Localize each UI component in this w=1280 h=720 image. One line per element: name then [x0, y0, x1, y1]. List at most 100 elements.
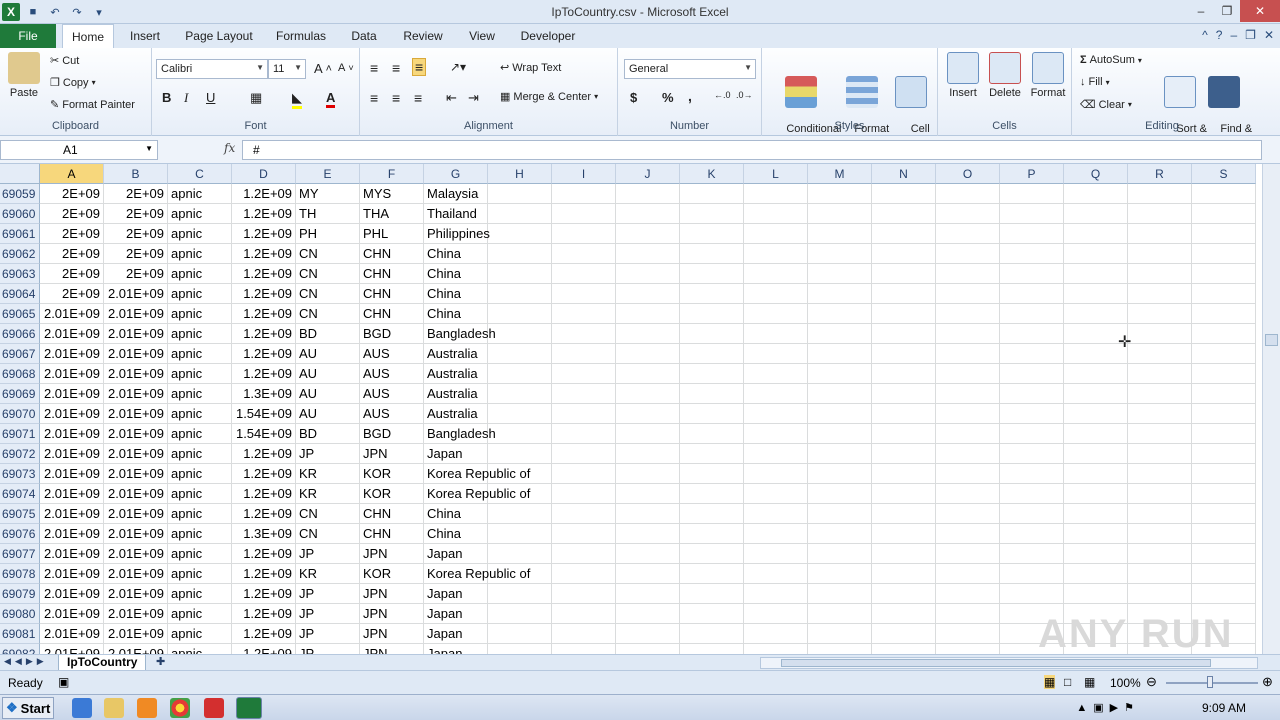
- cell-g[interactable]: China: [424, 524, 488, 544]
- sheet-tab-iptocountry[interactable]: IpToCountry: [58, 655, 147, 671]
- cell-empty[interactable]: [744, 224, 808, 244]
- cell-empty[interactable]: [808, 484, 872, 504]
- cell-empty[interactable]: [872, 364, 936, 384]
- cell-a[interactable]: 2.01E+09: [40, 304, 104, 324]
- cell-empty[interactable]: [552, 384, 616, 404]
- cell-a[interactable]: 2.01E+09: [40, 444, 104, 464]
- cell-empty[interactable]: [552, 344, 616, 364]
- cell-empty[interactable]: [744, 244, 808, 264]
- cell-c[interactable]: apnic: [168, 544, 232, 564]
- cell-empty[interactable]: [616, 424, 680, 444]
- help-icon[interactable]: ?: [1216, 28, 1223, 42]
- cell-empty[interactable]: [808, 344, 872, 364]
- cell-empty[interactable]: [1064, 424, 1128, 444]
- cell-empty[interactable]: [936, 244, 1000, 264]
- cell-empty[interactable]: [1000, 444, 1064, 464]
- zoom-slider-thumb[interactable]: [1207, 676, 1213, 688]
- cell-f[interactable]: KOR: [360, 484, 424, 504]
- cell-empty[interactable]: [872, 524, 936, 544]
- cell-empty[interactable]: [488, 584, 552, 604]
- cell-empty[interactable]: [1192, 384, 1256, 404]
- cell-empty[interactable]: [552, 524, 616, 544]
- cell-empty[interactable]: [616, 284, 680, 304]
- column-header-h[interactable]: H: [488, 164, 552, 184]
- row-header[interactable]: 69078: [0, 564, 40, 584]
- cell-empty[interactable]: [680, 544, 744, 564]
- tab-insert[interactable]: Insert: [122, 24, 168, 48]
- cell-g[interactable]: Bangladesh: [424, 424, 496, 444]
- increase-indent-icon[interactable]: ⇥: [468, 90, 479, 106]
- cell-empty[interactable]: [680, 404, 744, 424]
- cell-b[interactable]: 2.01E+09: [104, 544, 168, 564]
- cell-empty[interactable]: [808, 244, 872, 264]
- cell-empty[interactable]: [1192, 544, 1256, 564]
- cell-g[interactable]: China: [424, 284, 488, 304]
- cell-empty[interactable]: [552, 464, 616, 484]
- cell-g[interactable]: Australia: [424, 404, 488, 424]
- cell-empty[interactable]: [808, 624, 872, 644]
- cell-empty[interactable]: [808, 444, 872, 464]
- cell-empty[interactable]: [744, 544, 808, 564]
- cell-empty[interactable]: [936, 624, 1000, 644]
- restore-icon[interactable]: ❐: [1214, 0, 1240, 22]
- cell-empty[interactable]: [616, 584, 680, 604]
- excel-taskbar-icon[interactable]: [236, 697, 262, 719]
- cell-b[interactable]: 2.01E+09: [104, 504, 168, 524]
- cell-b[interactable]: 2E+09: [104, 264, 168, 284]
- cell-f[interactable]: BGD: [360, 424, 424, 444]
- cell-d[interactable]: 1.2E+09: [232, 244, 296, 264]
- opera-icon[interactable]: [204, 698, 224, 718]
- minimize-ribbon-icon[interactable]: ^: [1202, 28, 1208, 42]
- cell-empty[interactable]: [616, 604, 680, 624]
- row-header[interactable]: 69076: [0, 524, 40, 544]
- cell-empty[interactable]: [1000, 364, 1064, 384]
- cell-empty[interactable]: [1064, 484, 1128, 504]
- cell-empty[interactable]: [936, 204, 1000, 224]
- ie-icon[interactable]: [72, 698, 92, 718]
- align-center-icon[interactable]: ≡: [392, 90, 400, 106]
- cell-empty[interactable]: [1128, 204, 1192, 224]
- copy-button[interactable]: ❐ Copy ▾: [50, 76, 96, 90]
- column-header-m[interactable]: M: [808, 164, 872, 184]
- cell-empty[interactable]: [744, 624, 808, 644]
- cell-empty[interactable]: [936, 384, 1000, 404]
- cell-g[interactable]: Korea Republic of: [424, 484, 530, 504]
- row-header[interactable]: 69067: [0, 344, 40, 364]
- cell-empty[interactable]: [808, 424, 872, 444]
- cell-empty[interactable]: [1064, 264, 1128, 284]
- cell-empty[interactable]: [872, 264, 936, 284]
- cell-d[interactable]: 1.2E+09: [232, 544, 296, 564]
- cell-empty[interactable]: [1192, 524, 1256, 544]
- cell-empty[interactable]: [488, 604, 552, 624]
- cell-e[interactable]: CN: [296, 304, 360, 324]
- cell-c[interactable]: apnic: [168, 184, 232, 204]
- cell-empty[interactable]: [1192, 404, 1256, 424]
- cell-empty[interactable]: [1192, 444, 1256, 464]
- cell-empty[interactable]: [744, 444, 808, 464]
- cell-empty[interactable]: [1192, 344, 1256, 364]
- cell-g[interactable]: Malaysia: [424, 184, 488, 204]
- cell-empty[interactable]: [1192, 584, 1256, 604]
- cell-g[interactable]: China: [424, 244, 488, 264]
- cell-g[interactable]: Japan: [424, 444, 488, 464]
- cell-f[interactable]: THA: [360, 204, 424, 224]
- cell-empty[interactable]: [680, 504, 744, 524]
- cell-e[interactable]: MY: [296, 184, 360, 204]
- cell-empty[interactable]: [1000, 284, 1064, 304]
- cell-f[interactable]: JPN: [360, 584, 424, 604]
- clear-button[interactable]: ⌫ Clear ▾: [1080, 98, 1132, 112]
- format-painter-button[interactable]: ✎ Format Painter: [50, 98, 135, 112]
- column-header-o[interactable]: O: [936, 164, 1000, 184]
- cell-empty[interactable]: [680, 644, 744, 654]
- cell-empty[interactable]: [1064, 384, 1128, 404]
- cell-empty[interactable]: [1192, 224, 1256, 244]
- cell-b[interactable]: 2E+09: [104, 184, 168, 204]
- cell-empty[interactable]: [808, 464, 872, 484]
- number-format-select[interactable]: General ▼: [624, 59, 756, 79]
- cell-empty[interactable]: [1128, 564, 1192, 584]
- cell-empty[interactable]: [872, 224, 936, 244]
- cell-c[interactable]: apnic: [168, 244, 232, 264]
- cell-b[interactable]: 2.01E+09: [104, 444, 168, 464]
- zoom-level[interactable]: 100%: [1110, 676, 1141, 690]
- cell-g[interactable]: Japan: [424, 604, 488, 624]
